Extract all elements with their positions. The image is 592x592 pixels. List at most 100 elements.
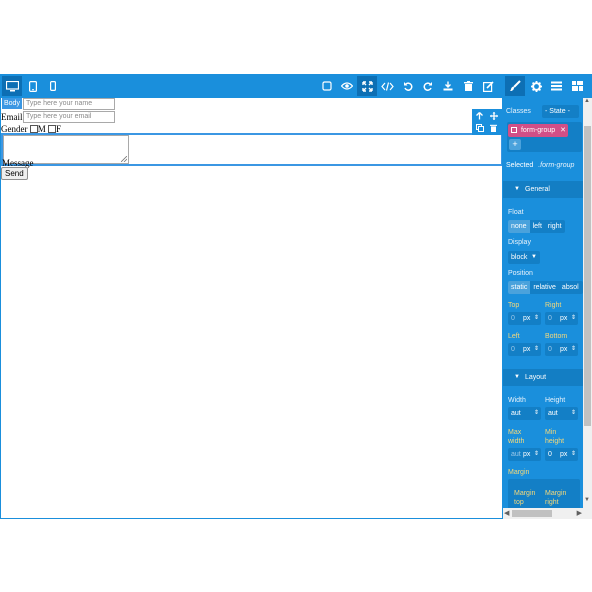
width-value: aut: [511, 410, 521, 417]
style-manager-icon[interactable]: [505, 76, 525, 96]
name-input[interactable]: Type here your name: [23, 98, 115, 110]
left-input[interactable]: 0 px ⇕: [508, 343, 541, 356]
sector-general-title: General: [525, 186, 550, 193]
preview-icon[interactable]: [337, 76, 357, 96]
right-unit[interactable]: px: [560, 312, 567, 325]
float-none-option[interactable]: none: [508, 220, 530, 233]
stepper-icon[interactable]: ⇕: [534, 448, 539, 461]
resize-handle-icon[interactable]: [121, 156, 127, 162]
top-label: Top: [508, 302, 520, 309]
display-label: Display: [508, 239, 531, 246]
max-width-input[interactable]: aut px ⇕: [508, 448, 541, 461]
editor-canvas[interactable]: Body Type here your name Email Type here…: [0, 98, 503, 519]
top-value: 0: [511, 315, 515, 322]
state-select-value: - State -: [545, 108, 570, 115]
redo-icon[interactable]: [418, 76, 438, 96]
scrollbar-thumb[interactable]: [584, 126, 591, 426]
stepper-icon[interactable]: ⇕: [534, 312, 539, 325]
gender-m-checkbox[interactable]: [29, 125, 38, 133]
height-value: aut: [548, 410, 558, 417]
copy-icon[interactable]: [473, 122, 486, 133]
stepper-icon[interactable]: ⇕: [534, 343, 539, 356]
top-unit[interactable]: px: [523, 312, 530, 325]
blocks-icon[interactable]: [567, 76, 587, 96]
tablet-icon[interactable]: [23, 76, 43, 96]
position-relative-option[interactable]: relative: [530, 281, 559, 294]
panel-horizontal-scrollbar[interactable]: ◀ ▶: [503, 508, 583, 519]
state-select[interactable]: - State -: [542, 105, 579, 118]
selected-value: .form-group: [538, 162, 575, 169]
margin-right-label: Margin right: [545, 490, 567, 506]
selected-row: Selected .form-group: [506, 162, 574, 169]
scroll-down-icon[interactable]: ▼: [584, 497, 590, 503]
position-absolute-option[interactable]: absol: [559, 281, 582, 294]
display-select[interactable]: block ▼: [508, 251, 540, 264]
selected-prefix: Selected: [506, 162, 534, 169]
move-icon[interactable]: [487, 110, 500, 121]
select-caret-icon: ▼: [531, 254, 537, 260]
bottom-input[interactable]: 0 px ⇕: [545, 343, 578, 356]
arrow-up-icon[interactable]: [473, 110, 486, 121]
caret-down-icon: ▼: [514, 186, 520, 192]
import-icon[interactable]: [438, 76, 458, 96]
width-input[interactable]: aut ⇕: [508, 407, 541, 420]
position-static-option[interactable]: static: [508, 281, 531, 294]
gender-f-checkbox[interactable]: [48, 125, 57, 133]
send-button[interactable]: Send: [1, 167, 28, 180]
display-value: block: [511, 254, 528, 261]
stepper-icon[interactable]: ⇕: [571, 312, 576, 325]
left-unit[interactable]: px: [523, 343, 530, 356]
min-height-unit[interactable]: px: [560, 448, 567, 461]
class-tag-label: form-group: [520, 127, 556, 134]
bottom-label: Bottom: [545, 333, 568, 340]
add-class-button[interactable]: +: [509, 139, 521, 150]
clear-icon[interactable]: [458, 76, 478, 96]
desktop-icon[interactable]: [2, 76, 22, 96]
scroll-right-icon[interactable]: ▶: [577, 509, 582, 517]
code-icon[interactable]: [377, 76, 397, 96]
max-width-unit[interactable]: px: [523, 448, 530, 461]
component-badge: Body: [2, 98, 22, 109]
stepper-icon[interactable]: ⇕: [534, 407, 539, 420]
sw-visibility-icon[interactable]: [317, 76, 337, 96]
fullscreen-icon[interactable]: [357, 76, 377, 96]
stepper-icon[interactable]: ⇕: [571, 448, 576, 461]
scroll-up-icon[interactable]: ▲: [584, 98, 590, 104]
min-height-input[interactable]: 0 px ⇕: [545, 448, 578, 461]
top-input[interactable]: 0 px ⇕: [508, 312, 541, 325]
margin-top-label: Margin top: [514, 490, 536, 506]
class-tag[interactable]: form-group ✕: [508, 124, 568, 137]
min-height-value: 0: [548, 451, 552, 458]
component-toolbar: [472, 109, 502, 135]
panel-vertical-scrollbar[interactable]: ▲ ▼: [583, 98, 592, 519]
sector-layout-title: Layout: [525, 374, 547, 381]
settings-icon[interactable]: [526, 76, 546, 96]
right-input[interactable]: 0 px ⇕: [545, 312, 578, 325]
scroll-left-icon[interactable]: ◀: [504, 509, 509, 517]
stepper-icon[interactable]: ⇕: [571, 407, 576, 420]
bottom-unit[interactable]: px: [560, 343, 567, 356]
sector-general[interactable]: ▼ General: [503, 181, 583, 198]
float-right-option[interactable]: right: [545, 220, 565, 233]
scrollbar-thumb[interactable]: [512, 510, 552, 517]
tag-checkbox-icon[interactable]: [511, 127, 517, 133]
height-input[interactable]: aut ⇕: [545, 407, 578, 420]
tag-close-icon[interactable]: ✕: [560, 124, 566, 137]
top-toolbar: [0, 74, 592, 98]
float-radio-group: none left right: [508, 220, 565, 233]
caret-down-icon: ▼: [514, 374, 520, 380]
min-height-label: Min height: [545, 429, 565, 445]
mobile-icon[interactable]: [43, 76, 63, 96]
float-left-option[interactable]: left: [530, 220, 545, 233]
stepper-icon[interactable]: ⇕: [571, 343, 576, 356]
undo-icon[interactable]: [398, 76, 418, 96]
email-input[interactable]: Type here your email: [23, 111, 115, 123]
sector-layout[interactable]: ▼ Layout: [503, 369, 583, 386]
right-value: 0: [548, 315, 552, 322]
style-manager-panel: Classes - State - form-group ✕ + Selecte…: [503, 98, 583, 519]
edit-icon[interactable]: [478, 76, 498, 96]
delete-icon[interactable]: [487, 122, 500, 133]
left-label: Left: [508, 333, 520, 340]
bottom-value: 0: [548, 346, 552, 353]
layers-icon[interactable]: [546, 76, 566, 96]
